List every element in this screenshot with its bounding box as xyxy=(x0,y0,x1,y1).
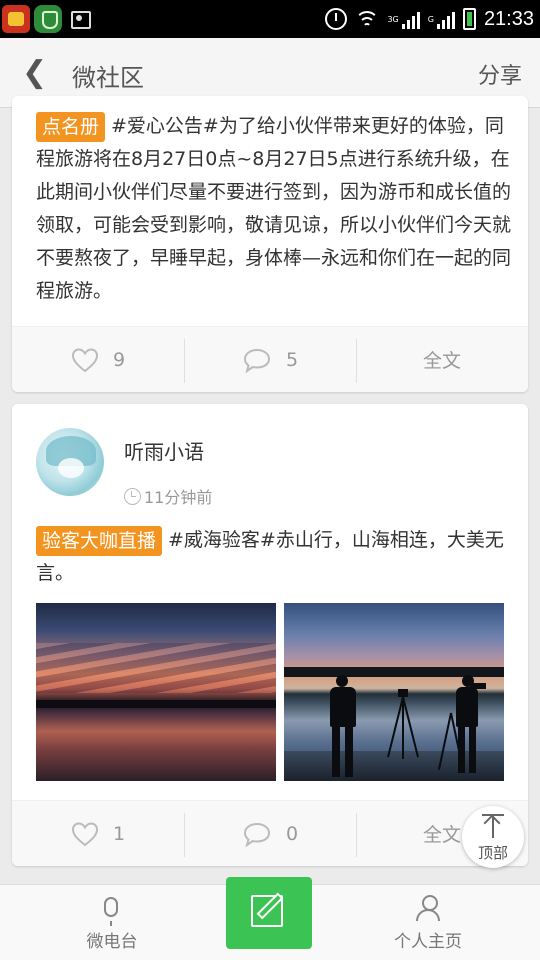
page-title: 微社区 xyxy=(72,64,144,92)
post-time: 11分钟前 xyxy=(124,484,212,508)
microphone-icon xyxy=(104,897,118,926)
like-button[interactable]: 9 xyxy=(12,327,184,392)
bottom-nav: 微电台 个人主页 xyxy=(0,877,540,960)
clock-time: 21:33 xyxy=(483,7,534,30)
post-content: 验客大咖直播 #威海验客#赤山行，山海相连，大美无言。 xyxy=(36,524,512,590)
alarm-icon xyxy=(325,8,348,30)
back-icon[interactable]: ❮ xyxy=(22,56,47,90)
comment-button[interactable]: 5 xyxy=(184,327,356,392)
topic-tag[interactable]: 验客大咖直播 xyxy=(36,525,163,556)
signal-icon: 3G xyxy=(387,9,420,29)
status-bar: 3G G 21:33 xyxy=(0,0,540,38)
signal-icon: G xyxy=(428,9,455,29)
like-count: 1 xyxy=(112,822,126,845)
heart-icon xyxy=(71,347,98,372)
post-card[interactable]: 点名册 #爱心公告#为了给小伙伴带来更好的体验，同程旅游将在8月27日0点~8月2… xyxy=(12,96,528,392)
compose-button[interactable] xyxy=(226,877,312,949)
post-action-bar: 1 0 全文 xyxy=(12,800,528,866)
full-text-button[interactable]: 全文 xyxy=(356,327,528,392)
comment-icon xyxy=(243,348,270,373)
comment-icon xyxy=(243,822,270,847)
comment-button[interactable]: 0 xyxy=(184,801,356,866)
post-text: #爱心公告#为了给小伙伴带来更好的体验，同程旅游将在8月27日0点~8月27日5… xyxy=(36,115,512,302)
post-photo[interactable] xyxy=(284,603,504,781)
heart-icon xyxy=(71,821,98,846)
comment-count: 0 xyxy=(285,822,299,845)
like-count: 9 xyxy=(112,348,126,371)
battery-icon xyxy=(462,8,476,30)
clock-icon xyxy=(124,487,141,505)
shield-app-icon xyxy=(34,5,62,33)
app-icon xyxy=(2,5,30,33)
comment-count: 5 xyxy=(285,348,299,371)
nav-profile-label: 个人主页 xyxy=(394,932,462,952)
post-action-bar: 9 5 全文 xyxy=(12,326,528,392)
like-button[interactable]: 1 xyxy=(12,801,184,866)
post-time-label: 11分钟前 xyxy=(144,488,213,507)
signal-type-label: G xyxy=(427,14,434,24)
post-card[interactable]: 听雨小语 11分钟前 验客大咖直播#威海验客#赤山行，山海相连，大美无言。 1 xyxy=(12,404,528,866)
post-photo[interactable] xyxy=(36,603,276,781)
author-name[interactable]: 听雨小语 xyxy=(124,436,204,465)
topic-tag[interactable]: 点名册 xyxy=(36,111,106,142)
share-button[interactable]: 分享 xyxy=(478,58,522,90)
screenshot-icon xyxy=(66,5,94,33)
person-icon xyxy=(416,895,440,921)
back-to-top-label: 顶部 xyxy=(477,844,508,862)
avatar[interactable] xyxy=(36,428,104,496)
signal-type-label: 3G xyxy=(387,14,399,24)
wifi-icon xyxy=(355,9,380,29)
nav-radio-label: 微电台 xyxy=(86,932,138,952)
back-to-top-button[interactable]: 顶部 xyxy=(462,806,524,868)
full-text-label: 全文 xyxy=(422,350,461,372)
post-content: 点名册 #爱心公告#为了给小伙伴带来更好的体验，同程旅游将在8月27日0点~8月2… xyxy=(36,110,512,308)
full-text-label: 全文 xyxy=(422,824,461,846)
